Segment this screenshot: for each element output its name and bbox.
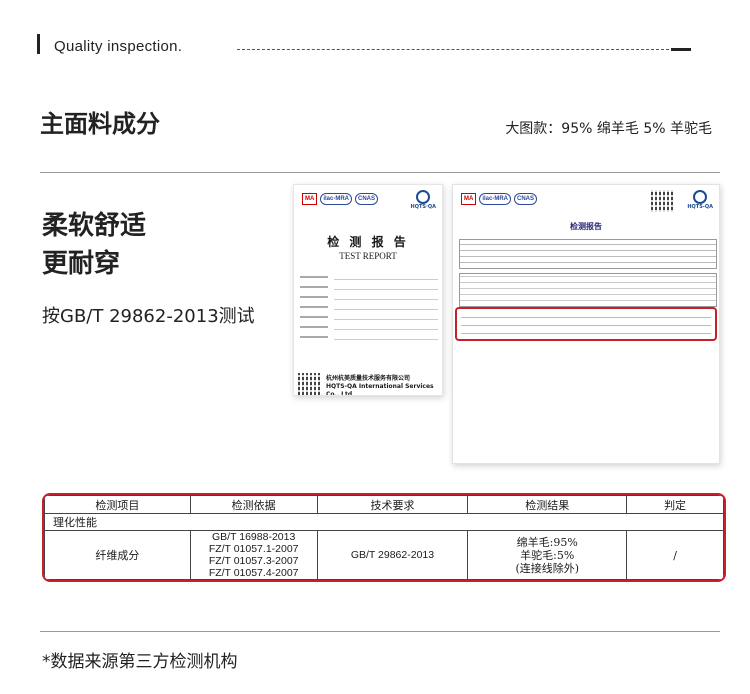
footnote: *数据来源第三方检测机构 <box>42 652 238 672</box>
report-highlight-box <box>455 307 717 341</box>
cert-logos: MA ilac-MRA CNAS <box>461 193 538 205</box>
report-page-title: 检测报告 <box>570 222 602 231</box>
header-accent-bar <box>37 34 40 54</box>
qr-code-icon <box>651 190 673 212</box>
ilac-logo: ilac-MRA <box>320 193 353 205</box>
report-page-tables <box>459 239 717 311</box>
header-cell: 技术要求 <box>316 495 469 514</box>
hqts-logo: HQTS-QA <box>687 190 713 210</box>
cnas-logo: CNAS <box>514 193 538 205</box>
report-cover-image: MA ilac-MRA CNAS HQTS·QA 检 测 报 告 TEST RE… <box>293 184 443 396</box>
item-cell: 纤维成分 <box>44 530 191 580</box>
standard-text: 按GB/T 29862-2013测试 <box>42 306 255 327</box>
cnas-logo: CNAS <box>355 193 379 205</box>
header-dashed-rule <box>237 49 669 50</box>
basis-cell: GB/T 16988-2013 FZ/T 01057.1-2007 FZ/T 0… <box>189 530 318 580</box>
divider-bottom <box>40 631 720 632</box>
header-cell: 检测结果 <box>467 495 628 514</box>
qr-code-icon <box>298 373 322 395</box>
ma-logo: MA <box>302 193 318 205</box>
verdict-cell: / <box>626 530 724 580</box>
feature-line-2: 更耐穿 <box>42 249 121 279</box>
table-row: 纤维成分 GB/T 16988-2013 FZ/T 01057.1-2007 F… <box>44 530 724 580</box>
header-cell: 检测项目 <box>44 495 191 514</box>
requirement-cell: GB/T 29862-2013 <box>316 530 469 580</box>
header-title: Quality inspection. <box>54 38 183 55</box>
table-category-row: 理化性能 <box>44 513 724 531</box>
report-cover-fields <box>300 273 438 343</box>
report-page-image: MA ilac-MRA CNAS HQTS-QA 检测报告 <box>452 184 720 464</box>
header-cell: 检测依据 <box>189 495 318 514</box>
report-cover-company: 杭州杭美质量技术服务有限公司 HQTS-QA International Ser… <box>326 375 434 396</box>
result-table: 检测项目 检测依据 技术要求 检测结果 判定 理化性能 纤维成分 GB/T 16… <box>44 495 724 580</box>
divider-top <box>40 172 720 173</box>
section-subtitle: 大图款：95% 绵羊毛 5% 羊驼毛 <box>505 121 712 137</box>
section-title: 主面料成分 <box>40 110 160 138</box>
category-cell: 理化性能 <box>44 513 724 531</box>
feature-line-1: 柔软舒适 <box>42 211 147 241</box>
header-rule-end <box>671 48 691 51</box>
hqts-logo: HQTS·QA <box>411 190 436 210</box>
feature-text: 柔软舒适 更耐穿 <box>42 207 146 283</box>
report-cover-subtitle: TEST REPORT <box>339 251 397 261</box>
result-table-frame: 检测项目 检测依据 技术要求 检测结果 判定 理化性能 纤维成分 GB/T 16… <box>42 493 726 582</box>
table-header-row: 检测项目 检测依据 技术要求 检测结果 判定 <box>44 495 724 514</box>
hqts-mark-icon <box>693 190 708 204</box>
header-cell: 判定 <box>626 495 724 514</box>
hqts-mark-icon <box>416 190 431 204</box>
report-cover-title: 检 测 报 告 <box>327 235 409 249</box>
ilac-logo: ilac-MRA <box>479 193 512 205</box>
cert-logos: MA ilac-MRA CNAS <box>302 193 379 205</box>
result-cell: 绵羊毛:95% 羊驼毛:5% (连接线除外) <box>467 530 628 580</box>
ma-logo: MA <box>461 193 477 205</box>
